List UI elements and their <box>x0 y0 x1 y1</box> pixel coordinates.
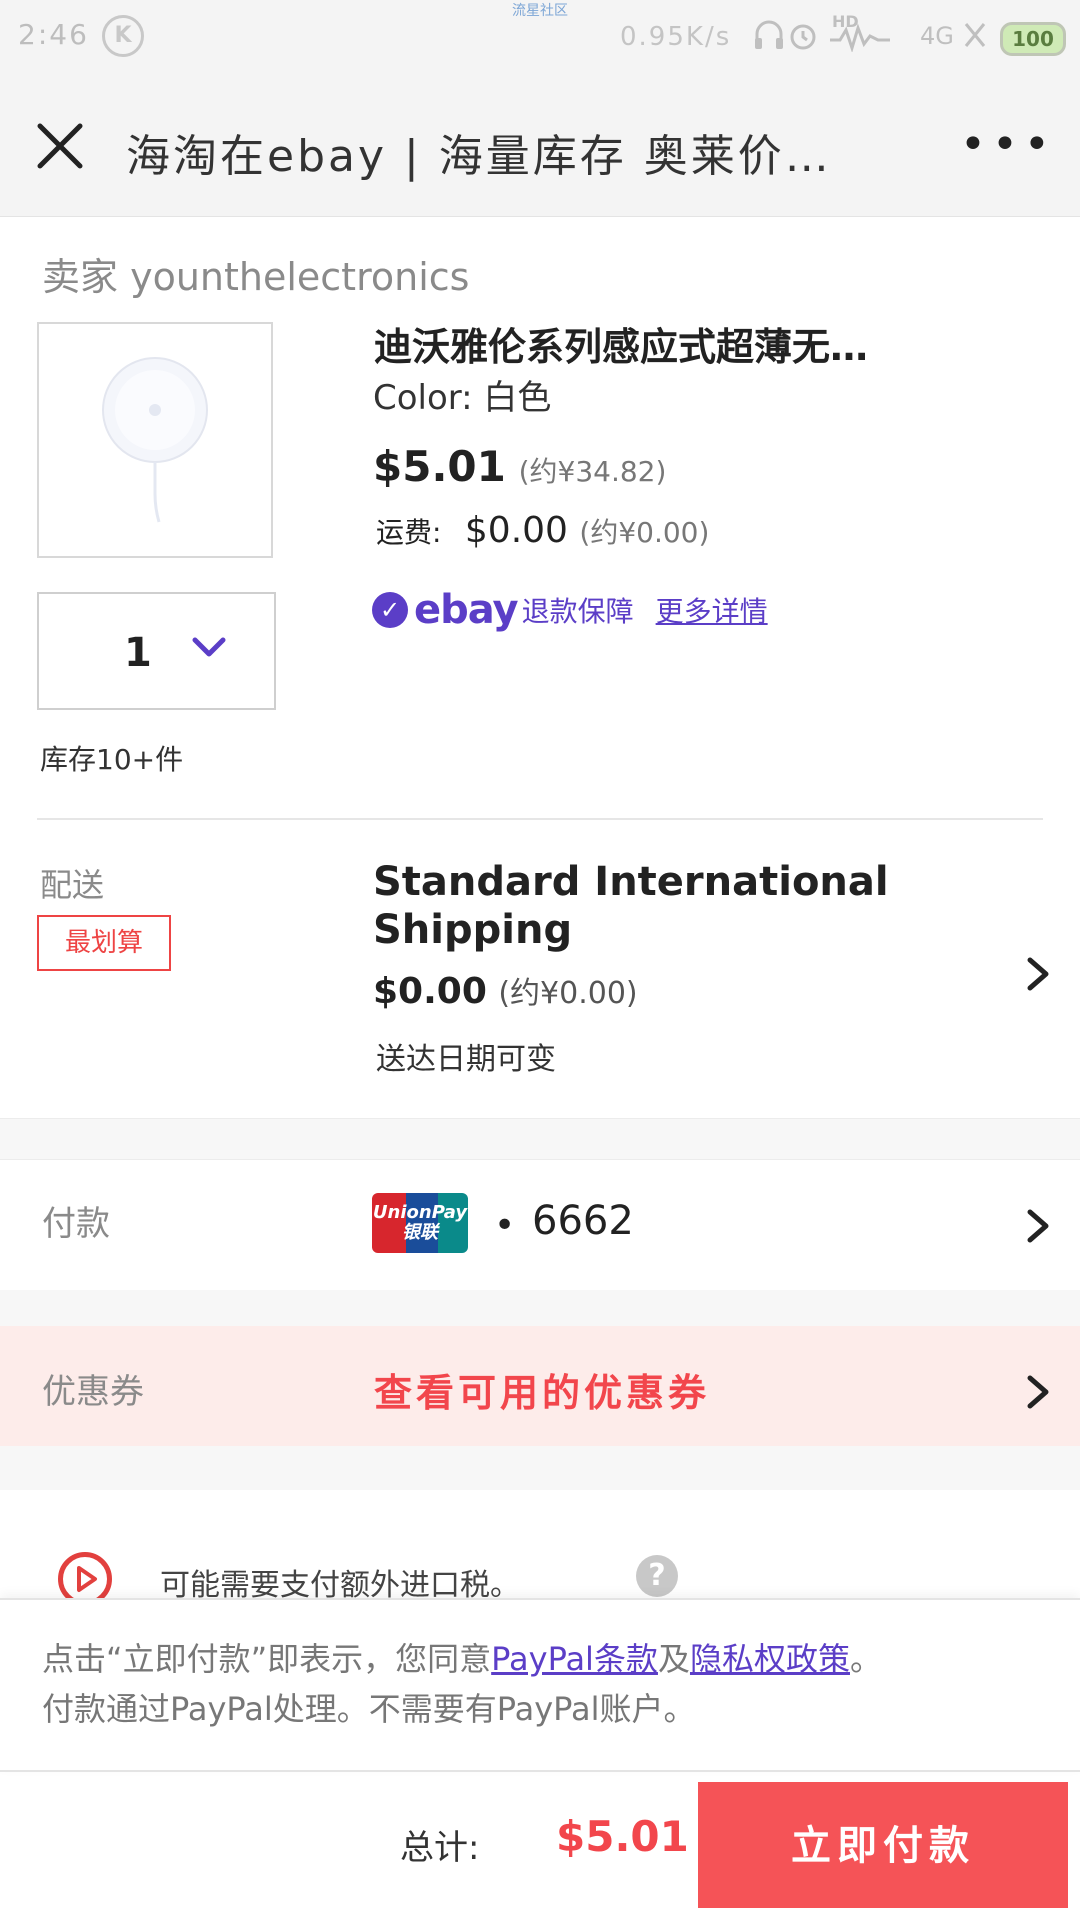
card-dot: • <box>494 1205 516 1246</box>
wireless-charger-image <box>102 357 208 523</box>
item-price: $5.01 (约¥34.82) <box>373 442 666 491</box>
delivery-label: 配送 <box>40 866 105 904</box>
quantity-select[interactable]: 1 <box>37 592 276 710</box>
chevron-right-icon[interactable] <box>1024 1206 1052 1246</box>
status-center-text: 流星社区 <box>512 3 568 19</box>
ebay-logo: ebay <box>414 587 519 633</box>
more-details-link[interactable]: 更多详情 <box>656 590 768 630</box>
payment-label: 付款 <box>42 1204 110 1244</box>
view-coupons-link[interactable]: 查看可用的优惠券 <box>374 1362 710 1417</box>
more-options-button[interactable]: ••• <box>960 123 1050 167</box>
shipping-value: $0.00 <box>464 510 568 551</box>
agreement-prefix: 点击“立即付款”即表示，您同意 <box>42 1640 492 1678</box>
quantity-value: 1 <box>124 630 152 676</box>
product-image[interactable] <box>37 322 273 558</box>
no-signal-icon <box>960 18 990 52</box>
total-label: 总计: <box>400 1828 480 1868</box>
stock-info: 库存10+件 <box>40 743 184 776</box>
guarantee-text: 退款保障 <box>521 595 634 628</box>
shipping-fee: 运费: $0.00 (约¥0.00) <box>376 510 709 551</box>
status-time: 2:46 <box>18 18 89 51</box>
product-color: Color: 白色 <box>373 378 552 418</box>
battery-indicator: 100 <box>1000 22 1066 56</box>
section-gap <box>0 1118 1080 1160</box>
divider <box>37 818 1043 820</box>
headphone-icon <box>752 18 786 52</box>
chevron-down-icon <box>189 632 229 662</box>
card-last-digits[interactable]: 6662 <box>532 1198 634 1244</box>
help-icon[interactable]: ? <box>636 1555 678 1597</box>
close-button[interactable] <box>32 118 88 174</box>
product-title[interactable]: 迪沃雅伦系列感应式超薄无… <box>374 316 1024 371</box>
privacy-policy-link[interactable]: 隐私权政策 <box>690 1640 850 1678</box>
shipping-method[interactable]: Standard International Shipping <box>373 858 893 954</box>
ebay-guarantee: ✓ ebay 退款保障 更多详情 <box>372 587 768 633</box>
section-gap <box>0 1446 1080 1490</box>
delivery-date: 送达日期可变 <box>376 1042 556 1077</box>
network-speed: 0.95K/s <box>620 22 732 52</box>
divider <box>0 216 1080 217</box>
check-badge-icon: ✓ <box>372 592 408 628</box>
section-gap <box>0 1290 1080 1326</box>
page-title: 海淘在ebay | 海量库存 奥莱价… <box>126 131 832 182</box>
price-value: $5.01 <box>373 442 506 491</box>
shipping-method-cost: $0.00 (约¥0.00) <box>373 968 638 1012</box>
k-app-icon: K <box>102 15 144 57</box>
seller-name: 卖家 younthelectronics <box>42 255 470 299</box>
paypal-terms-link[interactable]: PayPal条款 <box>491 1640 658 1678</box>
network-type: 4G <box>920 22 954 50</box>
chevron-right-icon[interactable] <box>1024 1372 1052 1412</box>
paypal-processing-note: 付款通过PayPal处理。不需要有PayPal账户。 <box>42 1690 696 1728</box>
pay-now-button[interactable]: 立即付款 <box>698 1782 1068 1908</box>
price-approx: (约¥34.82) <box>518 455 667 488</box>
shipping-approx: (约¥0.00) <box>579 516 710 549</box>
agreement-suffix: 。 <box>849 1640 882 1678</box>
shipping-cost-value: $0.00 <box>373 971 487 1012</box>
agreement-line: 点击“立即付款”即表示，您同意PayPal条款及隐私权政策。 <box>42 1634 882 1680</box>
agreement-and: 及 <box>657 1640 690 1678</box>
total-amount: $5.01 <box>556 1812 689 1861</box>
coupon-label: 优惠券 <box>42 1372 144 1412</box>
close-icon <box>37 123 83 169</box>
signal-wave-icon <box>830 18 910 53</box>
shipping-label: 运费: <box>376 516 442 549</box>
unionpay-logo-text: UnionPay 银联 <box>372 1202 468 1243</box>
chevron-right-icon[interactable] <box>1024 954 1052 994</box>
alarm-icon <box>786 18 820 52</box>
cheapest-badge: 最划算 <box>37 915 171 971</box>
shipping-cost-approx: (约¥0.00) <box>498 976 638 1011</box>
